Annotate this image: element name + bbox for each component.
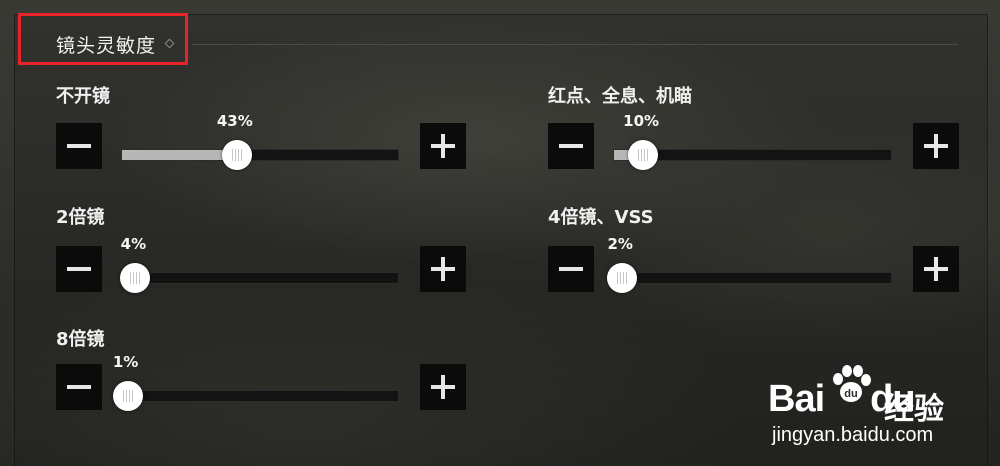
increase-button[interactable] (913, 246, 959, 292)
slider-value-text: 2% (607, 235, 633, 253)
slider-value-text: 4% (120, 235, 147, 253)
increase-button[interactable] (420, 246, 466, 292)
grip-line (623, 272, 625, 284)
decrease-button[interactable] (56, 364, 102, 410)
slider-track[interactable]: 2% (607, 235, 892, 293)
minus-icon (559, 144, 583, 148)
baidu-watermark: Bai du du 经验 jingyan.baidu.com (768, 365, 998, 464)
grip-line (644, 149, 646, 161)
slider-value-text: 43% (216, 112, 253, 130)
increase-button[interactable] (420, 364, 466, 410)
slider-label: 红点、全息、机瞄 (548, 86, 692, 107)
slider-value-text: 1% (112, 353, 139, 371)
grip-line (240, 149, 242, 161)
section-divider (192, 44, 958, 45)
plus-icon (441, 134, 445, 158)
slider-track[interactable]: 43% (121, 112, 399, 170)
grip-line (136, 272, 138, 284)
grip-line (128, 390, 130, 402)
increase-button[interactable] (913, 123, 959, 169)
watermark-url: jingyan.baidu.com (772, 424, 934, 446)
slider-track[interactable]: 10% (613, 112, 892, 170)
plus-icon (934, 134, 938, 158)
plus-icon (934, 257, 938, 281)
grip-line (237, 149, 239, 161)
increase-button[interactable] (420, 123, 466, 169)
slider-knob[interactable] (112, 381, 143, 411)
grip-line (133, 272, 135, 284)
grip-line (626, 272, 628, 284)
decrease-button[interactable] (56, 246, 102, 292)
section-title: 镜头灵敏度 (56, 35, 157, 57)
slider-label: 不开镜 (56, 86, 110, 107)
grip-line (617, 272, 619, 284)
grip-line (122, 390, 124, 402)
slider-label: 2倍镜 (56, 207, 105, 228)
slider-label: 8倍镜 (56, 329, 105, 350)
slider-fill (122, 150, 237, 160)
decrease-button[interactable] (548, 246, 594, 292)
slider-value-text: 10% (623, 112, 660, 130)
minus-icon (559, 267, 583, 271)
minus-icon (67, 144, 91, 148)
paw-icon: du (833, 365, 871, 402)
plus-icon (441, 257, 445, 281)
decrease-button[interactable] (56, 123, 102, 169)
slider-track[interactable]: 4% (120, 235, 399, 293)
slider-track[interactable]: 1% (112, 353, 399, 411)
grip-line (131, 390, 133, 402)
decrease-button[interactable] (548, 123, 594, 169)
slider-knob[interactable] (628, 140, 659, 170)
grip-line (139, 272, 141, 284)
game-settings-screen: 镜头灵敏度 不开镜 43% 红点、全息、机瞄 10% 2倍镜 4% 4倍镜、VSS 2% 8倍镜… (0, 0, 1000, 466)
slider-label: 4倍镜、VSS (548, 207, 654, 228)
grip-line (130, 272, 132, 284)
grip-line (647, 149, 649, 161)
plus-icon (441, 375, 445, 399)
minus-icon (67, 385, 91, 389)
grip-line (234, 149, 236, 161)
slider-knob[interactable] (221, 140, 252, 170)
grip-line (620, 272, 622, 284)
grip-line (641, 149, 643, 161)
minus-icon (67, 267, 91, 271)
watermark-cn-text: 经验 (884, 392, 944, 427)
grip-line (638, 149, 640, 161)
grip-line (231, 149, 233, 161)
grip-line (125, 390, 127, 402)
svg-text:du: du (844, 388, 857, 400)
